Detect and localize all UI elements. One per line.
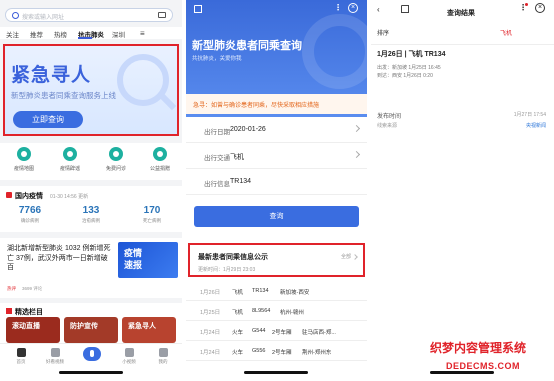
home-indicator xyxy=(59,371,123,374)
date-field[interactable]: 出行日期 2020-01-26 xyxy=(186,117,367,143)
chevron-right-icon xyxy=(352,254,358,260)
trip-info-field[interactable]: 出行信息 TR134 xyxy=(186,169,367,195)
news-thumbnail: 疫情 速报 xyxy=(118,242,178,278)
chevron-right-icon xyxy=(352,150,361,159)
picks-icon xyxy=(6,308,12,314)
rumor-icon xyxy=(63,147,77,161)
search-person-banner[interactable]: 紧急寻人 新型肺炎患者同乘查询服务上线 立即查询 xyxy=(3,44,179,136)
nav-me[interactable]: 我的 xyxy=(146,348,180,365)
rumor-entry[interactable]: 疫情辟谣 xyxy=(50,147,90,172)
page-title: 新型肺炎患者同乘查询 xyxy=(192,40,302,52)
record-row[interactable]: 1月24日 火车 G556 2号车厢 荆州-郑州东 xyxy=(186,342,367,361)
tab-follow[interactable]: 关注 xyxy=(6,29,19,39)
home-icon[interactable] xyxy=(401,5,409,13)
latest-publish-header[interactable]: 最新患者同乘信息公示 更新时间：1月29日 23:03 全部 xyxy=(188,243,365,277)
close-icon[interactable]: × xyxy=(348,3,358,13)
screen-query-result: ‹ 查询结果 ⋮ × 排序 飞机 1月26日 | 飞机 TR134 出发：新加坡… xyxy=(371,0,554,381)
publish-info: 发布时间 1月27日 17:54 线索来源 央视新闻 xyxy=(377,112,546,129)
quick-icons: 疫情地图 疫情辟谣 免费问诊 公益捐赠 xyxy=(0,143,182,180)
consult-entry[interactable]: 免费问诊 xyxy=(96,147,136,172)
banner-title: 紧急寻人 xyxy=(11,65,92,86)
record-row[interactable]: 1月26日 飞机 TR134 新加坡-西安 xyxy=(186,282,367,301)
search-input[interactable]: 搜索或输入网址 xyxy=(5,8,173,22)
pick-protect[interactable]: 防护宣传 xyxy=(64,317,118,343)
home-icon xyxy=(16,348,26,357)
query-now-button[interactable]: 立即查询 xyxy=(13,111,83,128)
bottom-nav: 首页 好看视频 小视频 我的 xyxy=(0,343,182,381)
camera-icon[interactable] xyxy=(158,12,166,18)
stat-cured: 133 治愈病例 xyxy=(82,205,100,223)
nav-home[interactable]: 首页 xyxy=(4,348,38,365)
tab-hot[interactable]: 热榜 xyxy=(54,29,67,39)
channel-tabs: 关注 推荐 热榜 抗击肺炎 深圳 ≡ xyxy=(0,27,182,39)
pick-search-person[interactable]: 紧急寻人 xyxy=(122,317,176,343)
news-item[interactable]: 湖北新增新型肺炎 1032 例新增死亡 37例，武汉外两市一日新增破百 热评 3… xyxy=(0,238,182,298)
picks-section: 精选栏目 滚动直播 防护宣传 紧急寻人 xyxy=(0,303,182,347)
home-indicator xyxy=(244,371,308,374)
epidemic-map-entry[interactable]: 疫情地图 xyxy=(4,147,44,172)
record-row[interactable]: 1月24日 火车 G544 2号车厢 驻马店西-郑... xyxy=(186,322,367,341)
donate-icon xyxy=(153,147,167,161)
domestic-stats: 国内疫情 01-30 14:56 更新 7766 确诊病例 133 治愈病例 170… xyxy=(0,186,182,232)
transport-filter[interactable]: 飞机 xyxy=(500,28,512,37)
decoration-ring xyxy=(302,14,367,89)
page-subtitle: 共抗肺炎，关爱你我 xyxy=(192,56,242,62)
pick-live[interactable]: 滚动直播 xyxy=(6,317,60,343)
map-icon xyxy=(17,147,31,161)
home-indicator xyxy=(430,371,494,374)
tab-shenzhen[interactable]: 深圳 xyxy=(112,29,125,39)
cross-icon xyxy=(6,192,12,198)
watermark-cn: 织梦内容管理系统 xyxy=(430,341,527,355)
home-icon[interactable] xyxy=(194,5,202,13)
close-icon[interactable]: × xyxy=(535,3,545,13)
notification-dot xyxy=(525,3,528,6)
nav-video[interactable]: 好看视频 xyxy=(38,348,72,365)
voice-search-button[interactable] xyxy=(83,347,101,361)
page-title: 查询结果 xyxy=(447,10,475,17)
search-icon xyxy=(12,12,19,19)
banner-subtitle: 新型肺炎患者同乘查询服务上线 xyxy=(11,91,116,100)
warning-bar: 急寻：如曾与确诊患者同乘，尽快采取相应措施 xyxy=(186,94,367,114)
stat-confirmed: 7766 确诊病例 xyxy=(18,205,42,223)
record-row[interactable]: 1月25日 飞机 8L9564 杭州-赣州 xyxy=(186,302,367,321)
screen-browser-home: 搜索或输入网址 关注 推荐 热榜 抗击肺炎 深圳 ≡ 紧急寻人 新型肺炎患者同乘… xyxy=(0,0,182,381)
source-link[interactable]: 央视新闻 xyxy=(526,122,546,129)
watermark-en: DEDECMS.COM xyxy=(446,361,521,371)
donate-entry[interactable]: 公益捐赠 xyxy=(140,147,180,172)
magnifier-handle xyxy=(157,91,177,111)
query-button[interactable]: 查询 xyxy=(194,206,359,227)
doctor-icon xyxy=(109,147,123,161)
user-icon xyxy=(158,348,168,357)
stat-dead: 170 死亡病例 xyxy=(143,205,161,223)
result-card[interactable]: 1月26日 | 飞机 TR134 出发：新加坡 1月25日 16:45 到达：西… xyxy=(371,44,554,87)
all-link[interactable]: 全部 xyxy=(341,253,351,260)
back-icon[interactable]: ‹ xyxy=(377,5,380,14)
chevron-right-icon xyxy=(352,124,361,133)
menu-icon[interactable]: ≡ xyxy=(140,29,145,38)
transport-field[interactable]: 出行交通 飞机 xyxy=(186,143,367,169)
video-icon xyxy=(50,348,60,357)
sort-dropdown[interactable]: 排序 xyxy=(377,28,389,37)
tab-recommend[interactable]: 推荐 xyxy=(30,29,43,39)
nav-short-video[interactable]: 小视频 xyxy=(112,348,146,365)
screen-query-form: ⋮ × 新型肺炎患者同乘查询 共抗肺炎，关爱你我 急寻：如曾与确诊患者同乘，尽快… xyxy=(186,0,367,381)
more-icon[interactable]: ⋮ xyxy=(334,3,342,12)
short-video-icon xyxy=(124,348,134,357)
tab-underline xyxy=(78,37,92,39)
